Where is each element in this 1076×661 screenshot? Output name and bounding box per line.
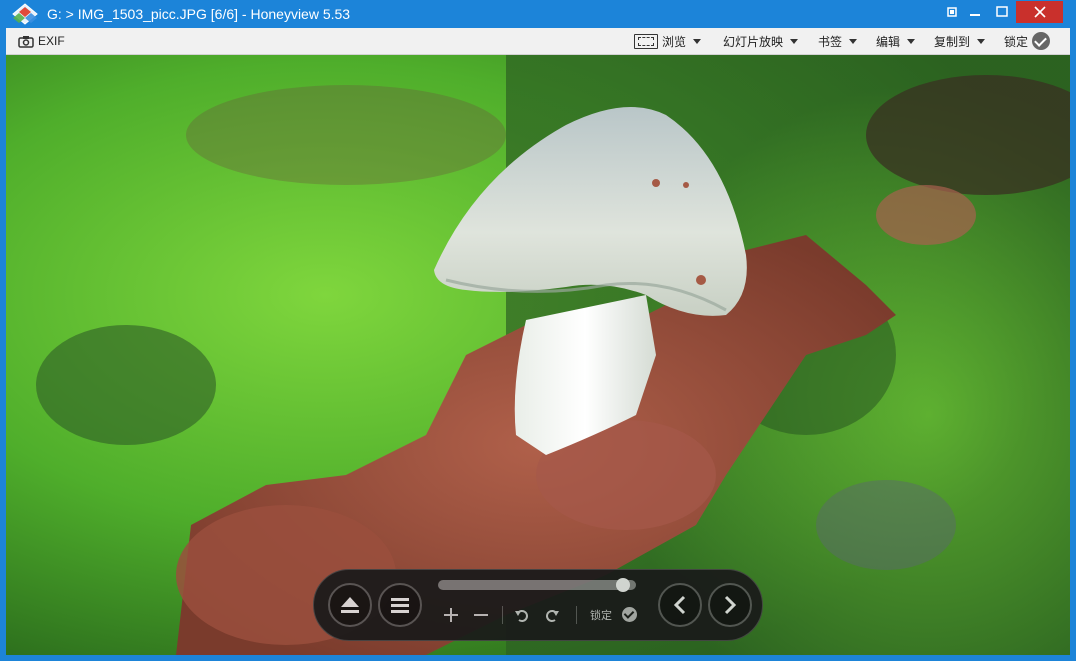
mushroom-photo: [6, 55, 1070, 655]
chevron-right-icon: [724, 595, 737, 615]
maximize-button[interactable]: [988, 0, 1016, 24]
close-icon: [1033, 6, 1046, 18]
slideshow-label: 幻灯片放映: [723, 34, 784, 49]
zoom-out-button[interactable]: [470, 605, 492, 625]
separator: [502, 606, 503, 624]
close-button[interactable]: [1016, 1, 1063, 23]
window-title: G: > IMG_1503_picc.JPG [6/6] - Honeyview…: [47, 6, 351, 22]
title-bar[interactable]: G: > IMG_1503_picc.JPG [6/6] - Honeyview…: [0, 0, 1076, 28]
minus-icon: [474, 614, 488, 616]
next-image-button[interactable]: [708, 583, 752, 627]
viewer-control-bar: 锁定: [313, 569, 763, 641]
rotate-left-button[interactable]: [511, 605, 533, 625]
edit-label: 编辑: [876, 34, 901, 49]
previous-image-button[interactable]: [658, 583, 702, 627]
browse-menu[interactable]: 浏览: [634, 28, 702, 54]
chevron-down-icon: [977, 38, 986, 44]
app-window: G: > IMG_1503_picc.JPG [6/6] - Honeyview…: [0, 0, 1076, 661]
pin-icon: [947, 7, 957, 17]
rotate-right-button[interactable]: [541, 605, 563, 625]
viewer-lock-label[interactable]: 锁定: [590, 607, 612, 623]
maximize-icon: [996, 6, 1008, 17]
fullscreen-icon: [634, 33, 658, 49]
pin-button[interactable]: [941, 0, 963, 24]
slideshow-menu[interactable]: 幻灯片放映: [723, 28, 799, 54]
chevron-down-icon: [849, 38, 858, 44]
minimize-button[interactable]: [962, 0, 988, 24]
rotate-left-icon: [515, 610, 528, 622]
chevron-down-icon: [693, 38, 702, 44]
browse-label: 浏览: [662, 34, 687, 49]
zoom-in-button[interactable]: [440, 605, 462, 625]
rotate-right-icon: [546, 610, 559, 622]
check-circle-icon: [1032, 32, 1051, 50]
copy-to-menu[interactable]: 复制到: [934, 28, 986, 54]
edit-menu[interactable]: 编辑: [876, 28, 916, 54]
bookmark-label: 书签: [818, 34, 843, 49]
minimize-icon: [970, 14, 980, 16]
main-toolbar: EXIF 浏览 幻灯片放映 书签 编辑 复制到 锁定: [6, 28, 1070, 55]
honeyview-logo-icon: [12, 3, 38, 25]
seek-slider-handle[interactable]: [616, 578, 631, 592]
eject-icon: [341, 597, 359, 613]
seek-slider[interactable]: [438, 578, 636, 592]
chevron-down-icon: [790, 38, 799, 44]
exif-label: EXIF: [38, 34, 65, 48]
plus-icon: [444, 608, 458, 622]
chevron-left-icon: [673, 595, 686, 615]
menu-button[interactable]: [378, 583, 422, 627]
hamburger-menu-icon: [391, 598, 409, 613]
exif-button[interactable]: EXIF: [18, 28, 65, 54]
separator: [576, 606, 577, 624]
eject-button[interactable]: [328, 583, 372, 627]
copy-to-label: 复制到: [934, 34, 971, 49]
chevron-down-icon: [907, 38, 916, 44]
lock-toggle[interactable]: 锁定: [1004, 28, 1051, 54]
image-viewport[interactable]: 锁定: [6, 55, 1070, 655]
bookmark-menu[interactable]: 书签: [818, 28, 858, 54]
camera-icon: [18, 35, 34, 48]
lock-label: 锁定: [1004, 34, 1029, 49]
check-circle-icon[interactable]: [622, 607, 637, 622]
